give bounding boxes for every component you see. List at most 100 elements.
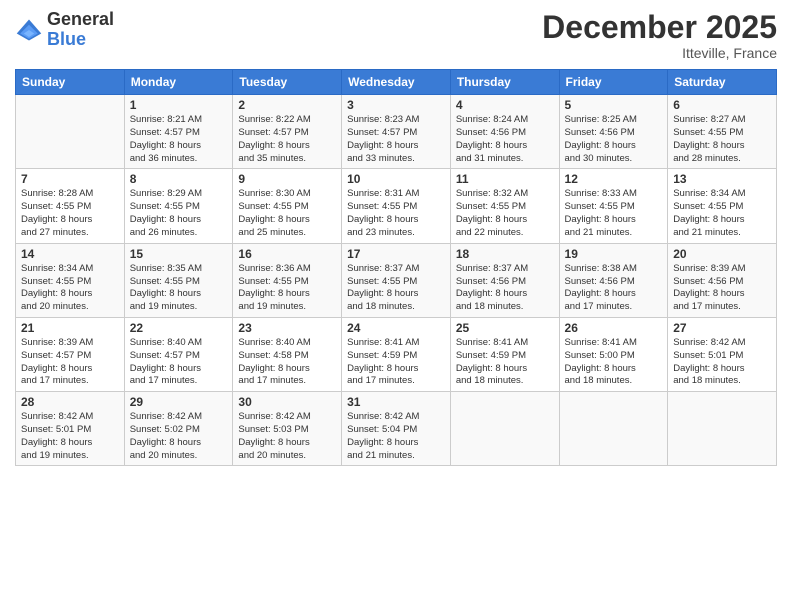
day-info: Sunrise: 8:34 AM Sunset: 4:55 PM Dayligh…: [673, 188, 771, 239]
calendar-cell: [668, 392, 777, 466]
calendar-table: Sunday Monday Tuesday Wednesday Thursday…: [15, 69, 777, 466]
calendar-cell: 16 Sunrise: 8:36 AM Sunset: 4:55 PM Dayli…: [233, 243, 342, 317]
day-info: Sunrise: 8:39 AM Sunset: 4:57 PM Dayligh…: [21, 337, 119, 388]
col-friday: Friday: [559, 70, 668, 95]
calendar-cell: 25 Sunrise: 8:41 AM Sunset: 4:59 PM Dayli…: [450, 317, 559, 391]
day-number: 29: [130, 395, 228, 409]
calendar-cell: 24Sunrise: 8:41 AM Sunset: 4:59 PM Dayli…: [342, 317, 451, 391]
day-number: 15: [130, 247, 228, 261]
day-number: 30: [238, 395, 336, 409]
day-number: 22: [130, 321, 228, 335]
day-number: 27: [673, 321, 771, 335]
calendar-cell: 10 Sunrise: 8:31 AM Sunset: 4:55 PM Dayli…: [342, 169, 451, 243]
col-saturday: Saturday: [668, 70, 777, 95]
day-info: Sunrise: 8:23 AM Sunset: 4:57 PM Dayligh…: [347, 114, 445, 165]
day-info: Sunrise: 8:34 AM Sunset: 4:55 PM Dayligh…: [21, 263, 119, 314]
col-tuesday: Tuesday: [233, 70, 342, 95]
calendar-cell: [559, 392, 668, 466]
day-info: Sunrise: 8:24 AM Sunset: 4:56 PM Dayligh…: [456, 114, 554, 165]
calendar-cell: 27Sunrise: 8:42 AM Sunset: 5:01 PM Dayli…: [668, 317, 777, 391]
week-row-5: 28Sunrise: 8:42 AM Sunset: 5:01 PM Dayli…: [16, 392, 777, 466]
day-number: 31: [347, 395, 445, 409]
day-number: 23: [238, 321, 336, 335]
day-number: 5: [565, 98, 663, 112]
week-row-2: 7 Sunrise: 8:28 AM Sunset: 4:55 PM Daylig…: [16, 169, 777, 243]
day-number: 12: [565, 172, 663, 186]
day-info: Sunrise: 8:39 AM Sunset: 4:56 PM Dayligh…: [673, 263, 771, 314]
day-number: 26: [565, 321, 663, 335]
calendar-cell: [450, 392, 559, 466]
day-info: Sunrise: 8:28 AM Sunset: 4:55 PM Dayligh…: [21, 188, 119, 239]
day-info: Sunrise: 8:41 AM Sunset: 5:00 PM Dayligh…: [565, 337, 663, 388]
day-info: Sunrise: 8:31 AM Sunset: 4:55 PM Dayligh…: [347, 188, 445, 239]
day-number: 17: [347, 247, 445, 261]
calendar-cell: 19 Sunrise: 8:38 AM Sunset: 4:56 PM Dayli…: [559, 243, 668, 317]
day-info: Sunrise: 8:21 AM Sunset: 4:57 PM Dayligh…: [130, 114, 228, 165]
day-number: 28: [21, 395, 119, 409]
calendar-cell: 22 Sunrise: 8:40 AM Sunset: 4:57 PM Dayli…: [124, 317, 233, 391]
calendar-cell: 21 Sunrise: 8:39 AM Sunset: 4:57 PM Dayli…: [16, 317, 125, 391]
calendar-cell: 20 Sunrise: 8:39 AM Sunset: 4:56 PM Dayli…: [668, 243, 777, 317]
day-number: 20: [673, 247, 771, 261]
month-title: December 2025: [542, 10, 777, 45]
calendar-cell: 29 Sunrise: 8:42 AM Sunset: 5:02 PM Dayli…: [124, 392, 233, 466]
day-info: Sunrise: 8:40 AM Sunset: 4:57 PM Dayligh…: [130, 337, 228, 388]
logo-blue-text: Blue: [47, 30, 114, 50]
day-info: Sunrise: 8:32 AM Sunset: 4:55 PM Dayligh…: [456, 188, 554, 239]
col-thursday: Thursday: [450, 70, 559, 95]
calendar-cell: 8Sunrise: 8:29 AM Sunset: 4:55 PM Daylig…: [124, 169, 233, 243]
calendar-cell: 26 Sunrise: 8:41 AM Sunset: 5:00 PM Dayli…: [559, 317, 668, 391]
calendar-cell: 4Sunrise: 8:24 AM Sunset: 4:56 PM Daylig…: [450, 95, 559, 169]
day-info: Sunrise: 8:27 AM Sunset: 4:55 PM Dayligh…: [673, 114, 771, 165]
logo-icon: [15, 16, 43, 44]
day-number: 18: [456, 247, 554, 261]
calendar-cell: 11 Sunrise: 8:32 AM Sunset: 4:55 PM Dayli…: [450, 169, 559, 243]
calendar-cell: 5 Sunrise: 8:25 AM Sunset: 4:56 PM Daylig…: [559, 95, 668, 169]
calendar-cell: 14 Sunrise: 8:34 AM Sunset: 4:55 PM Dayli…: [16, 243, 125, 317]
week-row-3: 14 Sunrise: 8:34 AM Sunset: 4:55 PM Dayli…: [16, 243, 777, 317]
page: General Blue December 2025 Itteville, Fr…: [0, 0, 792, 612]
calendar-cell: 3 Sunrise: 8:23 AM Sunset: 4:57 PM Daylig…: [342, 95, 451, 169]
logo: General Blue: [15, 10, 114, 50]
day-number: 21: [21, 321, 119, 335]
title-section: December 2025 Itteville, France: [542, 10, 777, 61]
logo-text: General Blue: [47, 10, 114, 50]
week-row-4: 21 Sunrise: 8:39 AM Sunset: 4:57 PM Dayli…: [16, 317, 777, 391]
day-info: Sunrise: 8:42 AM Sunset: 5:02 PM Dayligh…: [130, 411, 228, 462]
col-wednesday: Wednesday: [342, 70, 451, 95]
day-info: Sunrise: 8:42 AM Sunset: 5:04 PM Dayligh…: [347, 411, 445, 462]
day-number: 11: [456, 172, 554, 186]
calendar-cell: 1Sunrise: 8:21 AM Sunset: 4:57 PM Daylig…: [124, 95, 233, 169]
calendar-cell: 30Sunrise: 8:42 AM Sunset: 5:03 PM Dayli…: [233, 392, 342, 466]
day-number: 2: [238, 98, 336, 112]
header-row: Sunday Monday Tuesday Wednesday Thursday…: [16, 70, 777, 95]
day-info: Sunrise: 8:36 AM Sunset: 4:55 PM Dayligh…: [238, 263, 336, 314]
header: General Blue December 2025 Itteville, Fr…: [15, 10, 777, 61]
calendar-cell: 31 Sunrise: 8:42 AM Sunset: 5:04 PM Dayli…: [342, 392, 451, 466]
day-number: 3: [347, 98, 445, 112]
calendar-cell: 12Sunrise: 8:33 AM Sunset: 4:55 PM Dayli…: [559, 169, 668, 243]
day-number: 19: [565, 247, 663, 261]
day-number: 10: [347, 172, 445, 186]
day-info: Sunrise: 8:37 AM Sunset: 4:55 PM Dayligh…: [347, 263, 445, 314]
calendar-cell: 6 Sunrise: 8:27 AM Sunset: 4:55 PM Daylig…: [668, 95, 777, 169]
day-number: 6: [673, 98, 771, 112]
day-info: Sunrise: 8:38 AM Sunset: 4:56 PM Dayligh…: [565, 263, 663, 314]
logo-general-text: General: [47, 10, 114, 30]
calendar-cell: 18 Sunrise: 8:37 AM Sunset: 4:56 PM Dayli…: [450, 243, 559, 317]
day-info: Sunrise: 8:25 AM Sunset: 4:56 PM Dayligh…: [565, 114, 663, 165]
day-number: 24: [347, 321, 445, 335]
calendar-cell: 17 Sunrise: 8:37 AM Sunset: 4:55 PM Dayli…: [342, 243, 451, 317]
day-number: 16: [238, 247, 336, 261]
day-info: Sunrise: 8:30 AM Sunset: 4:55 PM Dayligh…: [238, 188, 336, 239]
calendar-cell: 13 Sunrise: 8:34 AM Sunset: 4:55 PM Dayli…: [668, 169, 777, 243]
day-info: Sunrise: 8:37 AM Sunset: 4:56 PM Dayligh…: [456, 263, 554, 314]
day-number: 14: [21, 247, 119, 261]
day-info: Sunrise: 8:40 AM Sunset: 4:58 PM Dayligh…: [238, 337, 336, 388]
day-number: 7: [21, 172, 119, 186]
day-number: 13: [673, 172, 771, 186]
calendar-cell: 9Sunrise: 8:30 AM Sunset: 4:55 PM Daylig…: [233, 169, 342, 243]
day-info: Sunrise: 8:35 AM Sunset: 4:55 PM Dayligh…: [130, 263, 228, 314]
day-number: 25: [456, 321, 554, 335]
day-info: Sunrise: 8:41 AM Sunset: 4:59 PM Dayligh…: [456, 337, 554, 388]
